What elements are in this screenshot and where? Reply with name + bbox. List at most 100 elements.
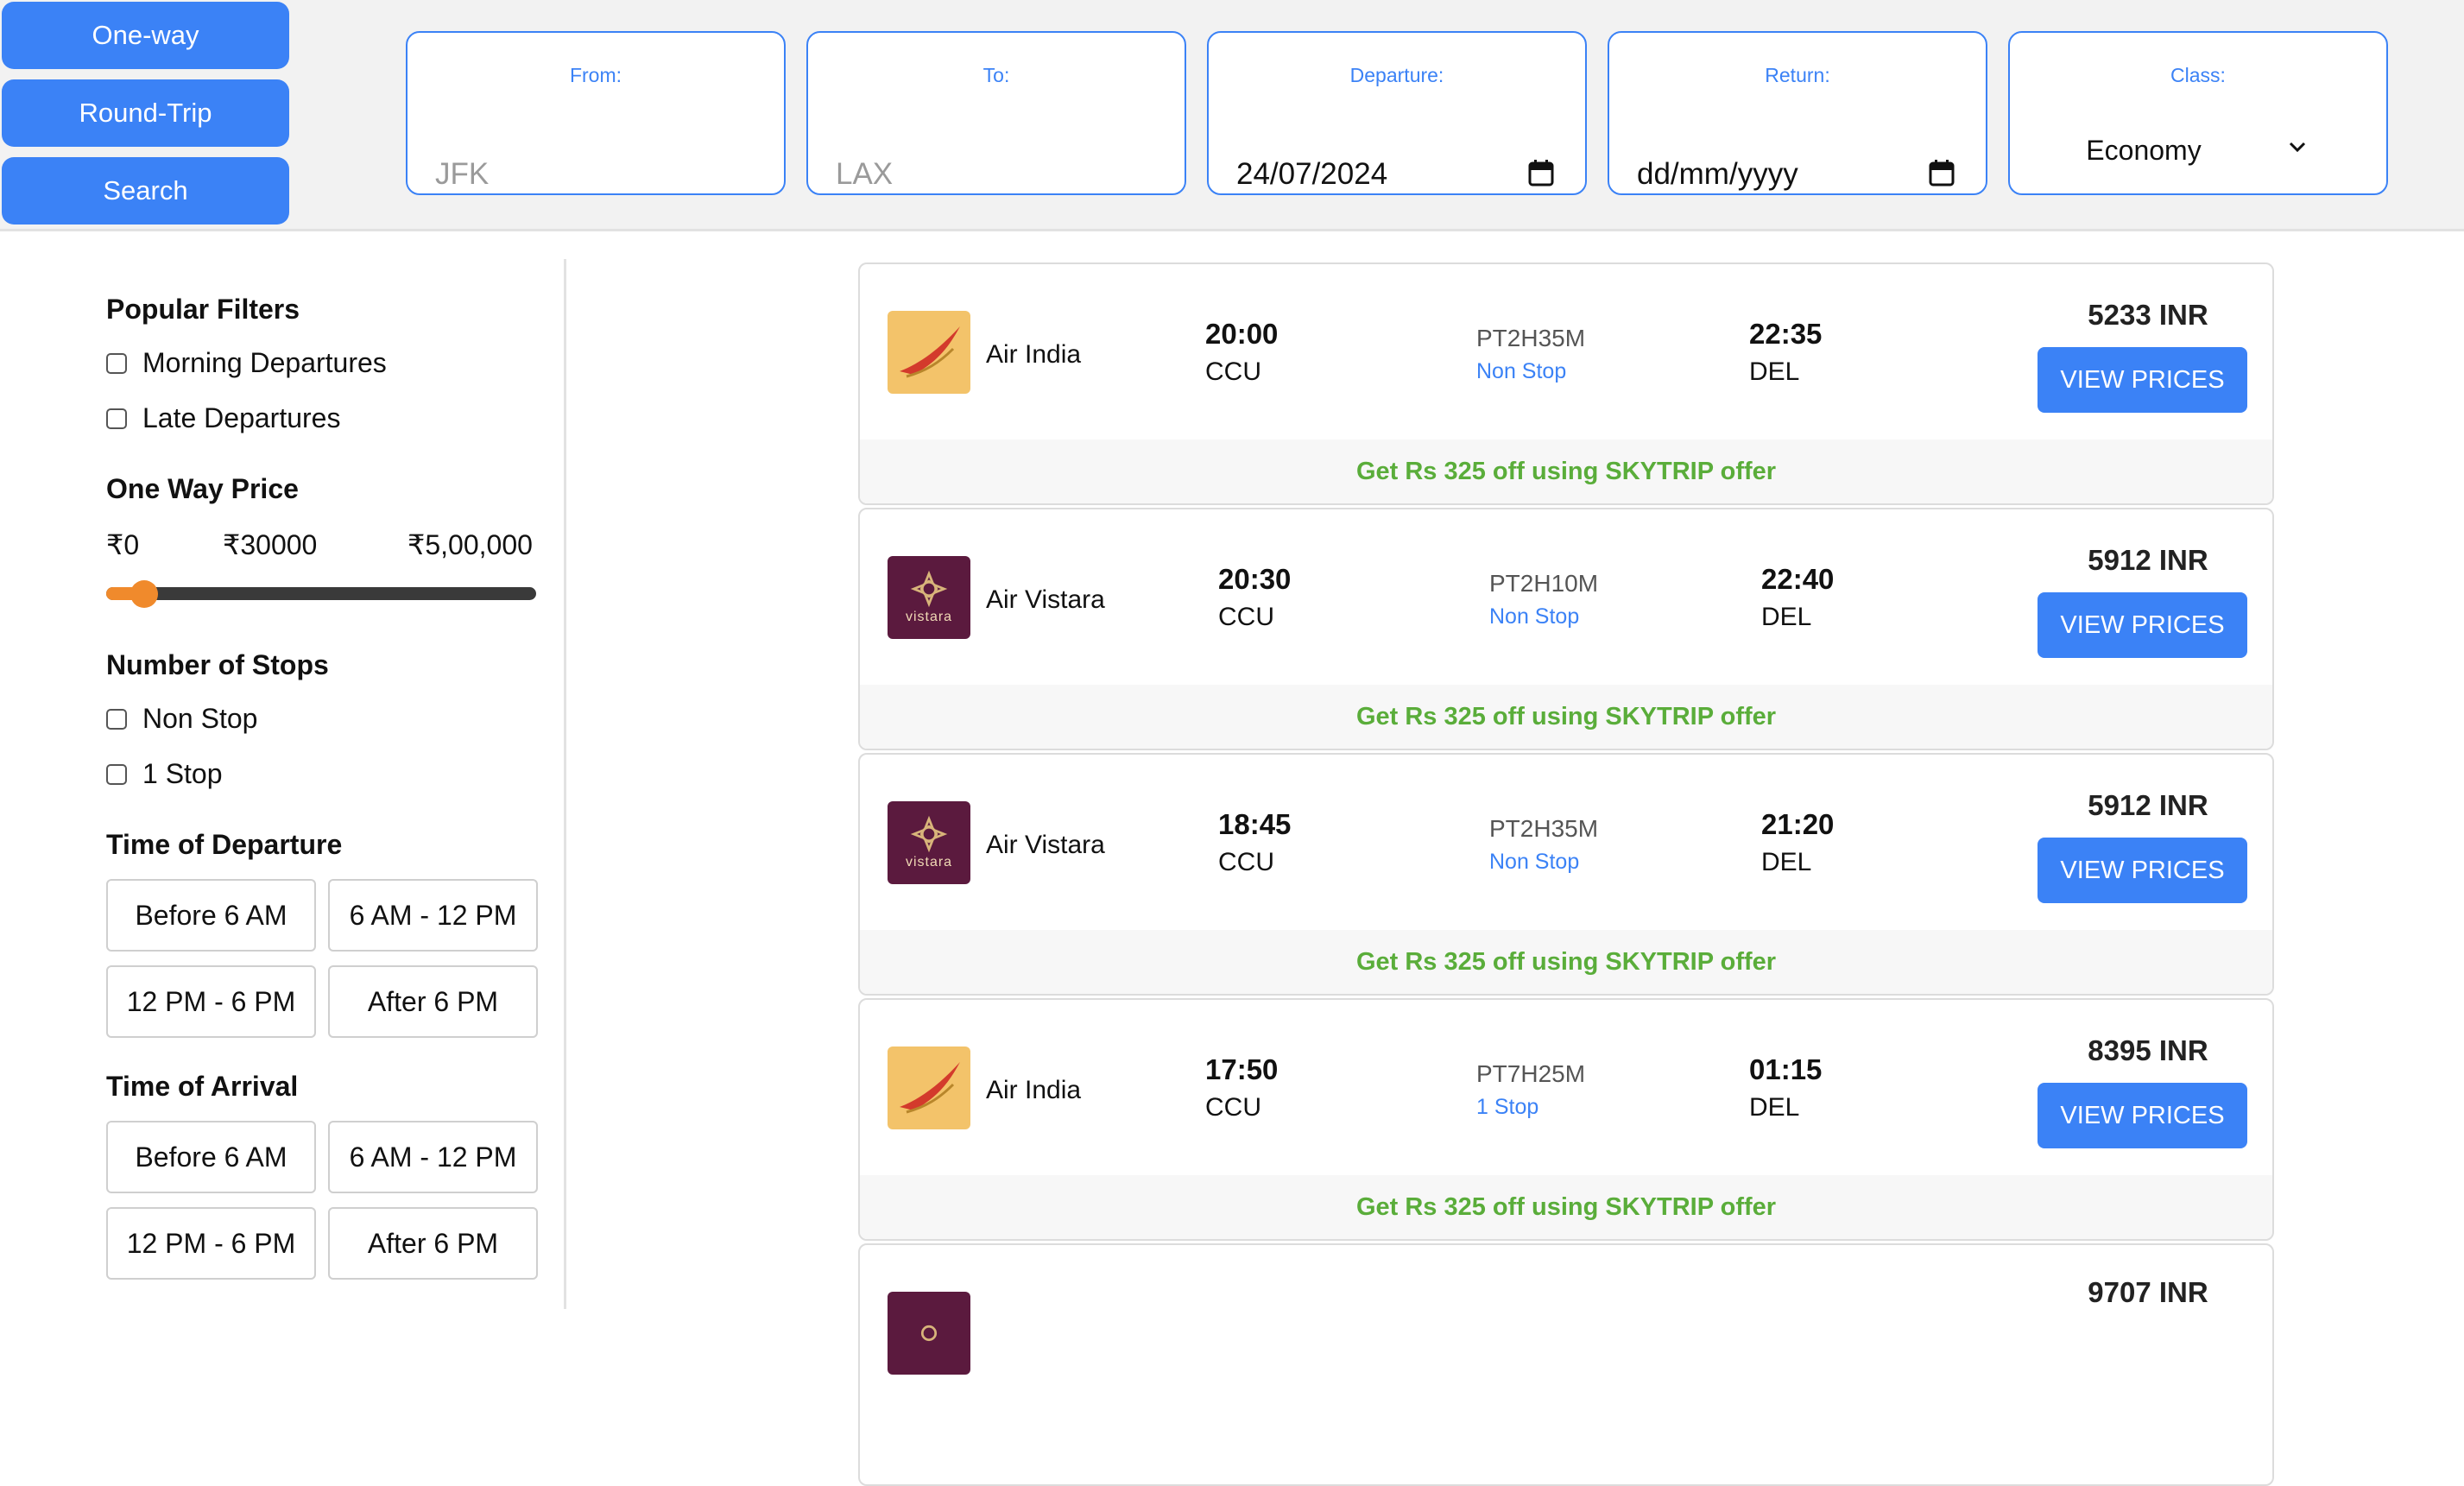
- round-trip-button[interactable]: Round-Trip: [2, 79, 289, 147]
- departure-time-title: Time of Departure: [106, 829, 343, 860]
- filter-one-stop[interactable]: 1 Stop: [106, 758, 223, 790]
- departure-12pm-6pm[interactable]: 12 PM - 6 PM: [106, 965, 316, 1038]
- flight-duration: PT2H10M: [1489, 570, 1599, 597]
- flight-card: vistara Air Vistara 18:45 CCU PT2H35M No…: [858, 753, 2274, 996]
- flight-card: vistara Air Vistara 20:30 CCU PT2H10M No…: [858, 508, 2274, 750]
- return-field[interactable]: Return: dd/mm/yyyy: [1608, 31, 1987, 195]
- to-input[interactable]: LAX: [836, 157, 893, 192]
- offer-banner: Get Rs 325 off using SKYTRIP offer: [860, 1175, 2272, 1239]
- flight-card: 9707 INR: [858, 1243, 2274, 1486]
- from-input[interactable]: JFK: [435, 157, 489, 192]
- flight-price: 5912 INR: [2088, 544, 2208, 576]
- checkbox[interactable]: [106, 763, 127, 785]
- air-india-logo-icon: [888, 1047, 970, 1129]
- filter-label: Morning Departures: [142, 347, 387, 378]
- price-slider-thumb[interactable]: [130, 580, 158, 608]
- arrival-time-title: Time of Arrival: [106, 1071, 299, 1102]
- checkbox[interactable]: [106, 408, 127, 429]
- flight-card: Air India 17:50 CCU PT7H25M 1 Stop 01:15…: [858, 998, 2274, 1241]
- arrival-6am-12pm[interactable]: 6 AM - 12 PM: [328, 1121, 538, 1193]
- return-label: Return:: [1765, 64, 1830, 86]
- vistara-logo-icon: vistara: [888, 801, 970, 884]
- from-label: From:: [569, 64, 622, 86]
- flight-card: Air India 20:00 CCU PT2H35M Non Stop 22:…: [858, 262, 2274, 505]
- view-prices-button[interactable]: VIEW PRICES: [2038, 592, 2247, 658]
- filter-morning-departures[interactable]: Morning Departures: [106, 347, 387, 379]
- departure-city: CCU: [1205, 357, 1261, 386]
- view-prices-button[interactable]: VIEW PRICES: [2038, 347, 2247, 413]
- stops-label: Non Stop: [1489, 604, 1580, 629]
- filters-sidebar: Popular Filters Morning Departures Late …: [0, 259, 566, 1309]
- view-prices-button[interactable]: VIEW PRICES: [2038, 1083, 2247, 1148]
- airline-name: Air Vistara: [986, 585, 1105, 614]
- departure-date-input[interactable]: 24/07/2024: [1236, 157, 1387, 192]
- airline-name: Air India: [986, 1076, 1082, 1104]
- filter-label: Late Departures: [142, 402, 341, 433]
- filter-late-departures[interactable]: Late Departures: [106, 402, 340, 434]
- departure-6am-12pm[interactable]: 6 AM - 12 PM: [328, 879, 538, 952]
- class-field[interactable]: Class: Economy: [2008, 31, 2388, 195]
- arrival-time: 22:40: [1761, 563, 1835, 595]
- search-header: One-way Round-Trip Search From: JFK To: …: [0, 0, 2464, 231]
- flight-duration: PT2H35M: [1489, 815, 1599, 842]
- stops-title: Number of Stops: [106, 649, 329, 680]
- arrival-time: 22:35: [1749, 318, 1823, 350]
- arrival-city: DEL: [1749, 1093, 1800, 1122]
- flight-price: 8395 INR: [2088, 1034, 2208, 1066]
- calendar-icon[interactable]: [1929, 159, 1955, 187]
- price-title: One Way Price: [106, 473, 299, 504]
- price-current-label: ₹30000: [223, 529, 318, 560]
- filter-label: 1 Stop: [142, 758, 223, 789]
- flight-price: 5233 INR: [2088, 299, 2208, 331]
- offer-banner: Get Rs 325 off using SKYTRIP offer: [860, 685, 2272, 749]
- vistara-logo-icon: [888, 1292, 970, 1375]
- arrival-city: DEL: [1761, 848, 1812, 876]
- arrival-city: DEL: [1761, 603, 1812, 631]
- departure-before-6am[interactable]: Before 6 AM: [106, 879, 316, 952]
- filter-non-stop[interactable]: Non Stop: [106, 703, 257, 735]
- stops-label: Non Stop: [1489, 850, 1580, 874]
- departure-after-6pm[interactable]: After 6 PM: [328, 965, 538, 1038]
- chevron-down-icon[interactable]: [2288, 140, 2307, 154]
- to-field[interactable]: To: LAX: [806, 31, 1186, 195]
- filter-label: Non Stop: [142, 703, 258, 734]
- flight-duration: PT2H35M: [1476, 325, 1586, 351]
- departure-time: 20:30: [1218, 563, 1292, 595]
- return-date-input[interactable]: dd/mm/yyyy: [1637, 157, 1798, 192]
- departure-field[interactable]: Departure: 24/07/2024: [1207, 31, 1587, 195]
- offer-banner: Get Rs 325 off using SKYTRIP offer: [860, 930, 2272, 994]
- from-field[interactable]: From: JFK: [406, 31, 786, 195]
- arrival-12pm-6pm[interactable]: 12 PM - 6 PM: [106, 1207, 316, 1280]
- popular-filters-title: Popular Filters: [106, 294, 300, 325]
- to-label: To:: [982, 64, 1010, 86]
- checkbox[interactable]: [106, 352, 127, 374]
- air-india-logo-icon: [888, 311, 970, 394]
- departure-city: CCU: [1218, 848, 1274, 876]
- class-label: Class:: [2170, 64, 2226, 86]
- class-select[interactable]: Economy: [2010, 135, 2278, 167]
- flight-price: 5912 INR: [2088, 789, 2208, 821]
- arrival-after-6pm[interactable]: After 6 PM: [328, 1207, 538, 1280]
- flight-duration: PT7H25M: [1476, 1060, 1586, 1087]
- departure-time: 20:00: [1205, 318, 1279, 350]
- vistara-logo-icon: vistara: [888, 556, 970, 639]
- offer-banner: Get Rs 325 off using SKYTRIP offer: [860, 439, 2272, 503]
- price-slider-track[interactable]: [106, 587, 536, 600]
- stops-label: 1 Stop: [1476, 1095, 1539, 1119]
- arrival-before-6am[interactable]: Before 6 AM: [106, 1121, 316, 1193]
- arrival-time: 01:15: [1749, 1053, 1823, 1085]
- departure-time: 17:50: [1205, 1053, 1279, 1085]
- departure-city: CCU: [1218, 603, 1274, 631]
- stops-label: Non Stop: [1476, 359, 1567, 383]
- flight-price: 9707 INR: [2088, 1276, 2208, 1308]
- departure-label: Departure:: [1349, 64, 1444, 86]
- departure-city: CCU: [1205, 1093, 1261, 1122]
- one-way-button[interactable]: One-way: [2, 2, 289, 69]
- checkbox[interactable]: [106, 708, 127, 730]
- calendar-icon[interactable]: [1528, 159, 1554, 187]
- price-min-label: ₹0: [106, 529, 140, 560]
- airline-name: Air Vistara: [986, 831, 1105, 859]
- search-button[interactable]: Search: [2, 157, 289, 224]
- view-prices-button[interactable]: VIEW PRICES: [2038, 838, 2247, 903]
- arrival-city: DEL: [1749, 357, 1800, 386]
